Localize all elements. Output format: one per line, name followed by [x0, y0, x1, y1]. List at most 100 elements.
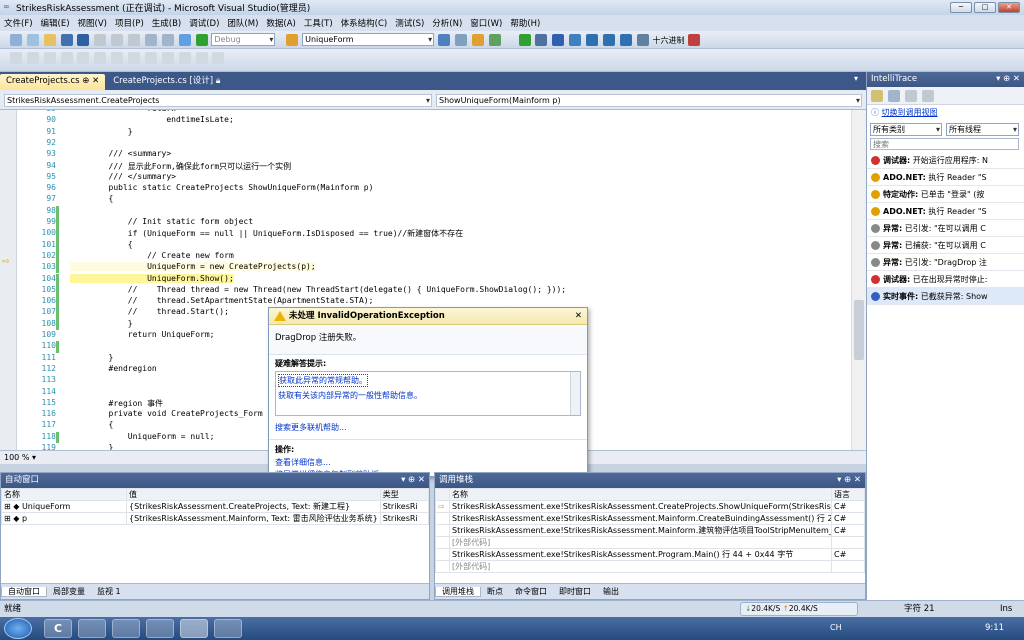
start-debug-icon[interactable] — [195, 34, 208, 46]
code-line[interactable]: // Create new form — [70, 251, 234, 260]
zoom-level[interactable]: 100 % — [4, 453, 29, 462]
list-item[interactable]: 异常: 已捕获: "在可以调用 C — [867, 237, 1024, 254]
list-item[interactable]: 调试器: 开始运行应用程序: N — [867, 152, 1024, 169]
menu-debug[interactable]: 调试(D) — [185, 17, 223, 29]
code-line[interactable]: /// </summary> — [70, 172, 176, 181]
menu-tools[interactable]: 工具(T) — [300, 17, 337, 29]
code-line[interactable]: UniqueForm = null; — [70, 432, 215, 441]
step-over-icon[interactable] — [602, 34, 615, 46]
code-line[interactable]: { — [70, 420, 114, 429]
calls-view-icon[interactable] — [887, 90, 900, 102]
menu-team[interactable]: 团队(M) — [223, 17, 262, 29]
start-button[interactable] — [4, 618, 32, 639]
table-row[interactable]: StrikesRiskAssessment.exe!StrikesRiskAss… — [435, 512, 865, 525]
add-item-icon[interactable] — [26, 34, 39, 46]
code-line[interactable]: #endregion — [70, 364, 157, 373]
taskbar-app-r-icon[interactable] — [214, 619, 242, 638]
tab-command[interactable]: 命令窗口 — [509, 587, 553, 596]
menu-window[interactable]: 窗口(W) — [466, 17, 506, 29]
list-item[interactable]: 特定动作: 已单击 "登录" (按 — [867, 186, 1024, 203]
code-line[interactable]: // Init static form object — [70, 217, 253, 226]
code-line[interactable]: // Thread thread = new Thread(new Thread… — [70, 285, 566, 294]
code-line[interactable]: /// 显示此Form,确保此form只可以运行一个实例 — [70, 161, 292, 172]
editor-scrollbar[interactable] — [851, 110, 866, 450]
save-icon[interactable] — [60, 34, 73, 46]
exception-close-button[interactable]: ✕ — [575, 308, 582, 325]
col-name[interactable]: 名称 — [1, 488, 127, 501]
events-view-icon[interactable] — [871, 90, 883, 102]
code-line[interactable]: return — [70, 110, 176, 113]
tab-callstack[interactable]: 调用堆栈 — [435, 587, 481, 597]
cut-icon[interactable] — [94, 34, 107, 46]
code-line[interactable]: } — [70, 127, 133, 136]
table-row[interactable]: [外部代码] — [435, 560, 865, 573]
taskbar-app-arrow-icon[interactable] — [146, 619, 174, 638]
var-value[interactable]: {StrikesRiskAssessment.CreateProjects, T… — [126, 500, 381, 513]
menu-file[interactable]: 文件(F) — [0, 17, 37, 29]
outdent-icon[interactable] — [77, 52, 90, 64]
code-line[interactable]: } — [70, 353, 114, 362]
breakpoint-margin[interactable] — [0, 110, 17, 450]
navigate-back-icon[interactable] — [178, 34, 191, 46]
tip-link-inner[interactable]: 获取有关该内部异常的一般性帮助信息。 — [278, 390, 578, 401]
table-row[interactable]: ⊞ ◆ p {StrikesRiskAssessment.Mainform, Te… — [1, 512, 430, 525]
member-selector[interactable]: ShowUniqueForm(Mainform p) — [436, 94, 862, 107]
tab-watch1[interactable]: 监视 1 — [91, 587, 127, 596]
redo-icon[interactable] — [161, 34, 174, 46]
toolbox-icon[interactable] — [488, 34, 501, 46]
list-item[interactable]: 异常: 已引发: "DragDrop 注 — [867, 254, 1024, 271]
menu-test[interactable]: 测试(S) — [391, 17, 428, 29]
table-row[interactable]: [外部代码] — [435, 536, 865, 549]
uncomment-icon[interactable] — [111, 52, 124, 64]
menu-data[interactable]: 数据(A) — [262, 17, 299, 29]
table-row[interactable]: ⇨ StrikesRiskAssessment.exe!StrikesRiskAs… — [435, 500, 865, 513]
menu-architecture[interactable]: 体系结构(C) — [337, 17, 392, 29]
taskbar-app-green-icon[interactable] — [112, 619, 140, 638]
var-value[interactable]: {StrikesRiskAssessment.Mainform, Text: 雷… — [126, 512, 381, 525]
layout-icon[interactable] — [195, 52, 208, 64]
tab-autos[interactable]: 自动窗口 — [1, 587, 47, 597]
save-all-icon[interactable] — [77, 34, 90, 46]
quickwatch-icon[interactable] — [636, 34, 649, 46]
tab-createprojects-cs[interactable]: CreateProjects.cs ⊕ ✕ — [0, 74, 106, 90]
format-icon[interactable] — [212, 52, 225, 64]
search-online-help-link[interactable]: 搜索更多联机帮助... — [269, 416, 587, 433]
code-line[interactable]: private void CreateProjects_Form — [70, 409, 263, 418]
col-type[interactable]: 类型 — [379, 488, 430, 501]
switch-call-view-link[interactable]: 切换到调用视图 — [882, 108, 938, 117]
open-folder-icon[interactable] — [43, 34, 56, 46]
intellitrace-search-input[interactable] — [870, 138, 1019, 150]
list-item[interactable]: 调试器: 已在出现异常时停止: — [867, 271, 1024, 288]
code-line[interactable]: if (UniqueForm == null || UniqueForm.IsD… — [70, 228, 463, 239]
code-line[interactable]: public static CreateProjects ShowUniqueF… — [70, 183, 374, 192]
code-line[interactable]: { — [70, 194, 114, 203]
col-lang[interactable]: 语言 — [831, 488, 865, 501]
step-into-icon[interactable] — [586, 34, 598, 46]
menu-help[interactable]: 帮助(H) — [506, 17, 544, 29]
code-line[interactable]: endtimeIsLate; — [70, 115, 233, 124]
breakpoints-icon[interactable] — [688, 34, 701, 46]
open-log-icon[interactable] — [921, 90, 934, 102]
bookmark-icon[interactable] — [128, 52, 140, 64]
list-item[interactable]: ADO.NET: 执行 Reader "S — [867, 203, 1024, 220]
hex-toggle[interactable]: 十六进制 — [653, 35, 685, 46]
code-line[interactable]: #region 事件 — [70, 398, 164, 409]
list-item[interactable]: 异常: 已引发: "在可以调用 C — [867, 220, 1024, 237]
taskbar-app-c[interactable]: C — [44, 619, 72, 638]
tab-createprojects-designer[interactable]: CreateProjects.cs [设计] 🔒︎ — [107, 74, 226, 90]
tab-dropdown-icon[interactable]: ▾ — [854, 74, 858, 83]
code-line[interactable]: // thread.SetApartmentState(ApartmentSta… — [70, 296, 374, 305]
code-line[interactable]: /// <summary> — [70, 149, 172, 158]
panel-close-icon[interactable]: ▾ ⊕ ✕ — [996, 72, 1020, 87]
panel-close-icon[interactable]: ▾ ⊕ ✕ — [837, 473, 861, 488]
tab-breakpoints[interactable]: 断点 — [481, 587, 509, 596]
solution-config-select[interactable]: Debug — [211, 33, 276, 46]
code-line[interactable]: } — [70, 443, 114, 450]
tab-immediate[interactable]: 即时窗口 — [553, 587, 597, 596]
col-value[interactable]: 值 — [126, 488, 381, 501]
thread-filter[interactable]: 所有线程 — [946, 123, 1019, 136]
restart-icon[interactable] — [569, 34, 582, 46]
align-center-icon[interactable] — [26, 52, 39, 64]
code-line[interactable]: } — [70, 319, 133, 328]
menu-project[interactable]: 项目(P) — [111, 17, 148, 29]
